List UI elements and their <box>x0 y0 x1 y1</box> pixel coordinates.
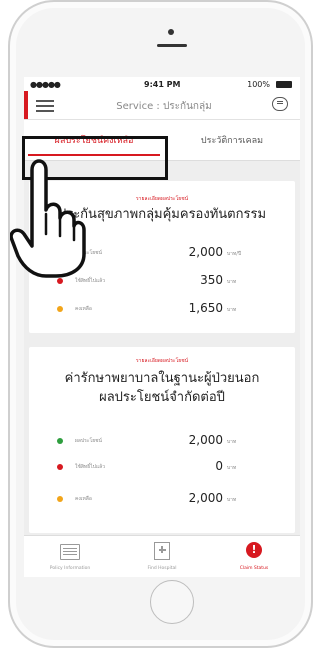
row-unit: บาท <box>227 307 237 313</box>
card-subtitle: รายละเอียดผลประโยชน์ <box>135 358 189 364</box>
bottom-tab-label: Policy Information <box>49 566 91 571</box>
tab-claim-history[interactable]: ประวัติการเคลม <box>164 120 300 160</box>
status-bar: ●●●●● 9:41 PM 100% <box>24 77 300 91</box>
page-title: Service : ประกันกลุ่ม <box>116 101 212 112</box>
card-title-line-2: ผลประโยชน์จำกัดต่อปี <box>99 390 225 405</box>
row-value: 2,000 <box>188 491 223 505</box>
policy-icon <box>60 544 80 560</box>
brand-accent-strip <box>24 91 28 119</box>
row-label: คงเหลือ <box>75 496 92 502</box>
card-title-line-1: ค่ารักษาพยาบาลในฐานะผู้ป่วยนอก <box>64 371 260 386</box>
used-row: ใช้สิทธิ์ไปแล้ว 0 บาท <box>29 459 295 475</box>
status-time: 9:41 PM <box>144 80 181 89</box>
row-value: 0 <box>215 459 223 473</box>
signal-indicator: ●●●●● <box>30 80 61 89</box>
menu-icon[interactable] <box>36 100 54 112</box>
tab-policy-information[interactable]: Policy Information <box>24 536 116 577</box>
row-label: ผลประโยชน์ <box>75 438 102 444</box>
row-value: 350 <box>200 273 223 287</box>
bottom-tab-label: Claim Status <box>239 566 269 571</box>
hospital-icon <box>154 542 170 560</box>
row-value: 1,650 <box>188 301 223 315</box>
remaining-row: คงเหลือ 1,650 บาท <box>29 301 295 317</box>
row-unit: บาท <box>227 279 237 285</box>
row-unit: บาท <box>227 439 237 445</box>
navigation-bar: Service : ประกันกลุ่ม <box>24 91 300 120</box>
row-label: ใช้สิทธิ์ไปแล้ว <box>75 278 106 284</box>
red-dot-icon <box>57 464 63 470</box>
row-value: 2,000 <box>188 245 223 259</box>
orange-dot-icon <box>57 306 63 312</box>
row-unit: บาท <box>227 465 237 471</box>
row-label: ใช้สิทธิ์ไปแล้ว <box>75 464 106 470</box>
red-dot-icon <box>57 278 63 284</box>
battery-icon <box>276 81 292 88</box>
claim-status-icon: ! <box>246 542 262 558</box>
battery-percent: 100% <box>247 80 270 89</box>
tab-claim-status[interactable]: ! Claim Status <box>208 536 300 577</box>
tab-label: ประวัติการเคลม <box>200 136 264 146</box>
row-unit: บาท/ปี <box>227 251 242 257</box>
tab-find-hospital[interactable]: Find Hospital <box>116 536 208 577</box>
bottom-tab-bar: Policy Information Find Hospital ! Claim… <box>24 535 300 577</box>
camera-icon <box>168 29 174 35</box>
pointing-hand-icon <box>10 159 86 278</box>
home-button[interactable] <box>150 580 194 624</box>
row-value: 2,000 <box>188 433 223 447</box>
benefit-row: ผลประโยชน์ 2,000 บาท <box>29 433 295 449</box>
benefit-card[interactable]: รายละเอียดผลประโยชน์ ค่ารักษาพยาบาลในฐาน… <box>29 347 295 533</box>
speaker-grille <box>157 44 187 47</box>
row-label: คงเหลือ <box>75 306 92 312</box>
row-unit: บาท <box>227 497 237 503</box>
chat-icon[interactable] <box>272 97 288 111</box>
orange-dot-icon <box>57 496 63 502</box>
green-dot-icon <box>57 438 63 444</box>
bottom-tab-label: Find Hospital <box>147 566 177 571</box>
remaining-row: คงเหลือ 2,000 บาท <box>29 491 295 507</box>
